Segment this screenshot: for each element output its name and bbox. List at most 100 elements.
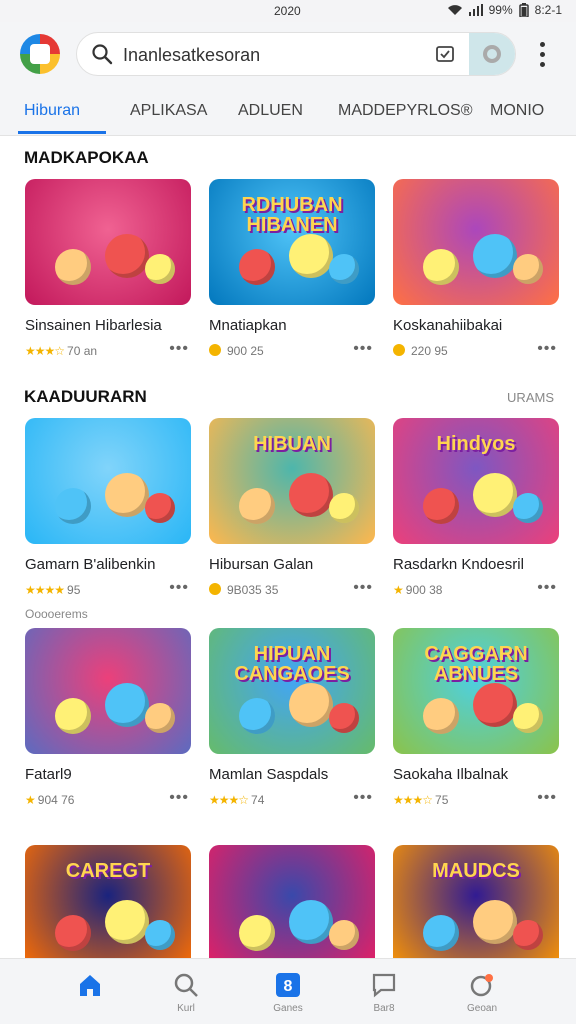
app-thumbnail[interactable]: Hindyos [393,418,559,544]
nav-home[interactable] [60,971,120,1003]
app-thumbnail[interactable]: RDHUBAN HIBANEN [209,179,375,305]
app-stat: 900 25 [227,344,264,358]
battery-level: 99% [488,3,513,17]
more-options-icon[interactable]: ••• [169,580,189,596]
app-logo[interactable] [20,34,60,74]
app-stat: 70 an [67,344,98,358]
google-lens-button[interactable] [469,33,515,75]
app-thumbnail[interactable] [393,179,559,305]
search-input[interactable]: Inanlesatkesoran [123,45,260,66]
game-character [105,234,149,278]
more-options-icon[interactable]: ••• [353,790,373,806]
game-character [55,249,91,285]
app-thumbnail[interactable]: CAREGT [25,845,191,971]
app-thumbnail[interactable] [209,845,375,971]
more-options-icon[interactable]: ••• [353,580,373,596]
coin-icon [393,344,405,356]
app-stat: 95 [67,583,81,597]
game-character [55,915,91,951]
nav-chat[interactable]: Bar8 [354,971,414,1014]
status-clock: 8:2-1 [534,3,562,17]
tab-hiburan[interactable]: Hiburan [24,102,80,120]
app-thumbnail[interactable] [25,179,191,305]
rating-stars: ★ [25,793,36,807]
nav-label: Kurl [177,1003,195,1014]
app-title[interactable]: Mnatiapkan [209,317,375,334]
app-thumbnail[interactable]: MAUDCS [393,845,559,971]
app-card[interactable]: Fatarl9 ★ 904 76 ••• [25,628,191,809]
checkbox-icon[interactable] [435,44,455,64]
app-title[interactable]: Hibursan Galan [209,556,375,573]
search-icon [174,973,198,997]
more-options-icon[interactable]: ••• [537,790,557,806]
game-character [423,698,459,734]
app-stat: 9B035 35 [227,583,279,597]
nav-search[interactable]: Kurl [156,971,216,1014]
app-title[interactable]: Sinsainen Hibarlesia [25,317,191,334]
battery-icon [518,3,529,17]
game-character [55,488,91,524]
more-options-icon[interactable] [534,42,550,68]
nav-label: Ganes [273,1003,303,1014]
app-title[interactable]: Fatarl9 [25,766,191,783]
more-options-icon[interactable]: ••• [537,341,557,357]
tab-monio[interactable]: MONIO [490,102,544,120]
app-stat: 75 [435,793,449,807]
app-card[interactable]: Gamarn B'alibenkin ★★★★ 95 ••• Ooooerems [25,418,191,621]
thumbnail-title: HIBUAN [253,433,331,455]
more-options-icon[interactable]: ••• [169,341,189,357]
nav-games[interactable]: 8 Ganes [258,971,318,1014]
app-card[interactable]: Hindyos Rasdarkn Kndoesril ★ 900 38 ••• [393,418,559,599]
svg-text:8: 8 [284,978,293,995]
app-thumbnail[interactable]: HIBUAN [209,418,375,544]
category-tabs: Hiburan APLIKASA ADLUEN MADDEPYRLOS® MON… [0,88,576,136]
game-character [513,703,543,733]
app-card[interactable]: Koskanahiibakai 220 95 ••• [393,179,559,360]
app-meta: ★★★☆ 70 an ••• [25,341,191,360]
app-title[interactable]: Koskanahiibakai [393,317,559,334]
more-options-icon[interactable]: ••• [537,580,557,596]
app-title[interactable]: Mamlan Saspdals [209,766,375,783]
app-card[interactable]: HIBUAN Hibursan Galan 9B035 35 ••• [209,418,375,599]
app-thumbnail[interactable]: HIPUAN CANGAOES [209,628,375,754]
app-card[interactable]: CAREGT [25,845,191,971]
thumbnail-title: MAUDCS [432,860,520,882]
thumbnail-title: CAGGARN ABNUES [424,643,528,685]
rating-stars: ★★★★ [25,583,65,597]
more-options-icon[interactable]: ••• [169,790,189,806]
app-meta: ★★★★ 95 ••• [25,580,191,599]
more-options-icon[interactable]: ••• [353,341,373,357]
game-character [473,900,517,944]
thumbnail-title: Hindyos [436,433,516,455]
lens-icon [483,45,501,63]
game-character [423,488,459,524]
game-character [513,493,543,523]
game-character [513,920,543,950]
rating-stars: ★★★☆ [393,793,433,807]
game-character [329,703,359,733]
app-card[interactable]: CAGGARN ABNUES Saokaha Ilbalnak ★★★☆ 75 ••• [393,628,559,809]
app-title[interactable]: Saokaha Ilbalnak [393,766,559,783]
app-thumbnail[interactable] [25,628,191,754]
app-card[interactable] [209,845,375,971]
nav-account[interactable]: Geoan [452,971,512,1014]
app-card[interactable]: Sinsainen Hibarlesia ★★★☆ 70 an ••• [25,179,191,360]
section-more-link[interactable]: URAMS [507,390,554,405]
app-thumbnail[interactable]: CAGGARN ABNUES [393,628,559,754]
app-title[interactable]: Gamarn B'alibenkin [25,556,191,573]
signal-icon [468,4,483,16]
app-meta: 9B035 35 ••• [209,580,375,599]
tab-maddepyrlos[interactable]: MADDEPYRLOS® [338,102,472,120]
game-character [289,473,333,517]
tab-aplikasa[interactable]: APLIKASA [130,102,207,120]
app-card[interactable]: HIPUAN CANGAOES Mamlan Saspdals ★★★☆ 74 ••• [209,628,375,809]
app-card[interactable]: MAUDCS [393,845,559,971]
search-bar[interactable]: Inanlesatkesoran [76,32,516,76]
app-card[interactable]: RDHUBAN HIBANEN Mnatiapkan 900 25 ••• [209,179,375,360]
tab-adluen[interactable]: ADLUEN [238,102,303,120]
game-character [55,698,91,734]
game-character [145,920,175,950]
game-character [145,703,175,733]
app-title[interactable]: Rasdarkn Kndoesril [393,556,559,573]
app-thumbnail[interactable] [25,418,191,544]
